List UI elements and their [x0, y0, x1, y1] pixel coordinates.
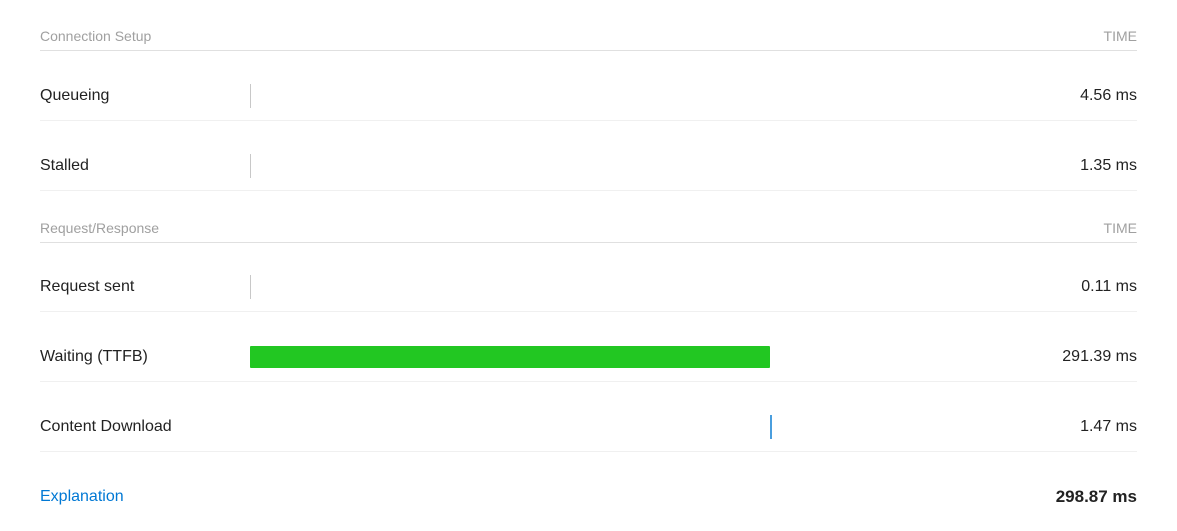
queueing-bar-area: [250, 82, 1027, 110]
ttfb-row-left: Waiting (TTFB): [40, 343, 1027, 371]
stalled-label: Stalled: [40, 157, 240, 175]
request-sent-time: 0.11 ms: [1027, 278, 1137, 296]
total-time: 298.87 ms: [1027, 487, 1137, 507]
content-download-bar-area: [250, 413, 1027, 441]
content-download-row-left: Content Download: [40, 413, 1027, 441]
content-download-tick: [770, 415, 772, 439]
stalled-row: Stalled 1.35 ms: [40, 142, 1137, 191]
content-download-time: 1.47 ms: [1027, 418, 1137, 436]
ttfb-bar-area: [250, 343, 1027, 371]
queueing-row: Queueing 4.56 ms: [40, 72, 1137, 121]
request-sent-row-left: Request sent: [40, 273, 1027, 301]
stalled-time: 1.35 ms: [1027, 157, 1137, 175]
footer-row: Explanation 298.87 ms: [40, 473, 1137, 511]
stalled-tick: [250, 154, 251, 178]
connection-setup-time-label: TIME: [1104, 28, 1137, 44]
timing-breakdown-panel: Connection Setup TIME Queueing 4.56 ms S…: [0, 0, 1177, 531]
request-response-header: Request/Response TIME: [40, 212, 1137, 243]
explanation-link[interactable]: Explanation: [40, 488, 124, 506]
connection-setup-label: Connection Setup: [40, 28, 151, 44]
connection-setup-header: Connection Setup TIME: [40, 20, 1137, 51]
content-download-label: Content Download: [40, 418, 240, 436]
queueing-label: Queueing: [40, 87, 240, 105]
ttfb-time: 291.39 ms: [1027, 348, 1137, 366]
request-sent-label: Request sent: [40, 278, 240, 296]
ttfb-row: Waiting (TTFB) 291.39 ms: [40, 333, 1137, 382]
request-response-label: Request/Response: [40, 220, 159, 236]
stalled-bar-area: [250, 152, 1027, 180]
request-sent-row: Request sent 0.11 ms: [40, 263, 1137, 312]
ttfb-green-bar: [250, 346, 770, 368]
queueing-tick: [250, 84, 251, 108]
request-sent-bar-area: [250, 273, 1027, 301]
content-download-row: Content Download 1.47 ms: [40, 403, 1137, 452]
queueing-row-left: Queueing: [40, 82, 1027, 110]
ttfb-label: Waiting (TTFB): [40, 348, 240, 366]
stalled-row-left: Stalled: [40, 152, 1027, 180]
request-response-time-label: TIME: [1104, 220, 1137, 236]
request-sent-tick: [250, 275, 251, 299]
queueing-time: 4.56 ms: [1027, 87, 1137, 105]
